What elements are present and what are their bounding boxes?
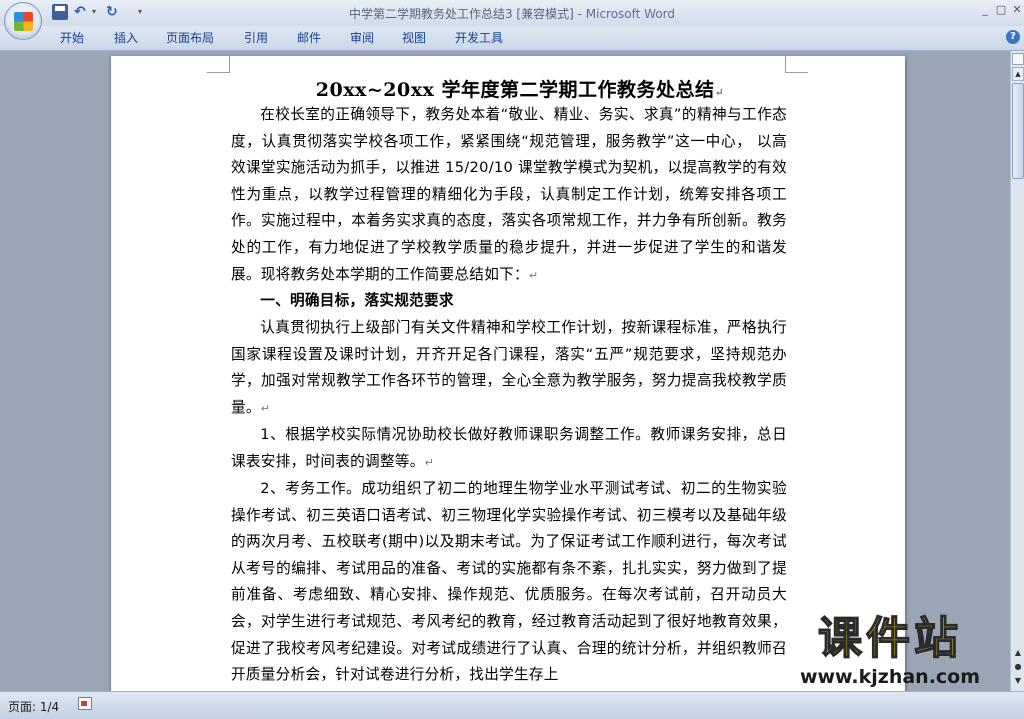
- paragraph-mark: ↵: [714, 86, 725, 99]
- tab-page-layout[interactable]: 页面布局: [166, 30, 214, 46]
- title-separator: -: [573, 7, 586, 21]
- close-button[interactable]: ✕: [1008, 2, 1024, 18]
- paragraph-item-2[interactable]: 2、考务工作。成功组织了初二的地理生物学业水平测试考试、初二的生物实验操作考试、…: [231, 476, 787, 689]
- tab-review[interactable]: 审阅: [350, 30, 374, 46]
- previous-page-icon[interactable]: ▲: [1012, 647, 1024, 659]
- document-title[interactable]: 20xx~20xx 学年度第二学期工作教务处总结↵: [231, 75, 809, 102]
- tab-view[interactable]: 视图: [402, 30, 426, 46]
- watermark-url: www.kjzhan.com: [799, 666, 981, 688]
- tab-insert[interactable]: 插入: [114, 30, 138, 46]
- section-heading[interactable]: 一、明确目标，落实规范要求: [231, 288, 787, 315]
- heading-text: 一、明确目标，落实规范要求: [260, 292, 454, 309]
- page-indicator[interactable]: 页面: 1/4: [8, 698, 59, 715]
- document-title-text: 20xx~20xx 学年度第二学期工作教务处总结: [315, 79, 715, 101]
- browse-object-icon[interactable]: ●: [1012, 661, 1024, 673]
- office-button[interactable]: [4, 2, 42, 40]
- window-title: 中学第二学期教务处工作总结3 [兼容模式] - Microsoft Word: [0, 5, 1024, 22]
- office-logo-icon: [14, 12, 33, 31]
- tab-developer[interactable]: 开发工具: [455, 30, 503, 46]
- paragraph-text: 2、考务工作。成功组织了初二的地理生物学业水平测试考试、初二的生物实验操作考试、…: [231, 480, 787, 684]
- crop-mark-top-right: [785, 56, 808, 73]
- paragraph-text: 在校长室的正确领导下，教务处本着“敬业、精业、务实、求真”的精神与工作态度，认真…: [231, 106, 787, 283]
- tab-references[interactable]: 引用: [244, 30, 268, 46]
- paragraph-mark: ↵: [528, 268, 539, 282]
- document-area[interactable]: 20xx~20xx 学年度第二学期工作教务处总结↵ 在校长室的正确领导下，教务处…: [0, 51, 1010, 691]
- crop-mark-top-left: [207, 56, 230, 73]
- paragraph-goals[interactable]: 认真贯彻执行上级部门有关文件精神和学校工作计划，按新课程标准，严格执行国家课程设…: [231, 315, 787, 422]
- watermark-logo: 课件站 www.kjzhan.com: [770, 612, 1010, 698]
- title-bar: ↶ ▾ ↻ ▾ 中学第二学期教务处工作总结3 [兼容模式] - Microsof…: [0, 0, 1024, 40]
- help-icon[interactable]: ?: [1006, 30, 1020, 44]
- document-page[interactable]: 20xx~20xx 学年度第二学期工作教务处总结↵ 在校长室的正确领导下，教务处…: [110, 56, 905, 691]
- paragraph-intro[interactable]: 在校长室的正确领导下，教务处本着“敬业、精业、务实、求真”的精神与工作态度，认真…: [231, 102, 787, 289]
- scroll-thumb[interactable]: [1012, 83, 1024, 179]
- tab-home[interactable]: 开始: [60, 30, 84, 46]
- watermark-text: 课件站: [817, 612, 962, 665]
- paragraph-mark: ↵: [260, 401, 271, 415]
- next-page-icon[interactable]: ▼: [1012, 675, 1024, 687]
- paragraph-mark: ↵: [424, 455, 435, 469]
- proofing-icon[interactable]: [78, 697, 92, 710]
- app-name: Microsoft Word: [585, 7, 676, 21]
- tab-mailings[interactable]: 邮件: [297, 30, 321, 46]
- paragraph-item-1[interactable]: 1、根据学校实际情况协助校长做好教师课职务调整工作。教师课务安排，总日课表安排，…: [231, 422, 787, 476]
- paragraph-text: 1、根据学校实际情况协助校长做好教师课职务调整工作。教师课务安排，总日课表安排，…: [231, 426, 787, 470]
- document-name: 中学第二学期教务处工作总结3 [兼容模式]: [348, 7, 574, 21]
- vertical-scrollbar[interactable]: ▲ ▲ ● ▼: [1010, 51, 1024, 691]
- ribbon-tab-bar: 开始 插入 页面布局 引用 邮件 审阅 视图 开发工具 ?: [0, 26, 1024, 51]
- scroll-up-icon[interactable]: ▲: [1012, 67, 1024, 81]
- paragraph-text: 认真贯彻执行上级部门有关文件精神和学校工作计划，按新课程标准，严格执行国家课程设…: [231, 319, 787, 416]
- ruler-toggle-icon[interactable]: [1012, 53, 1024, 65]
